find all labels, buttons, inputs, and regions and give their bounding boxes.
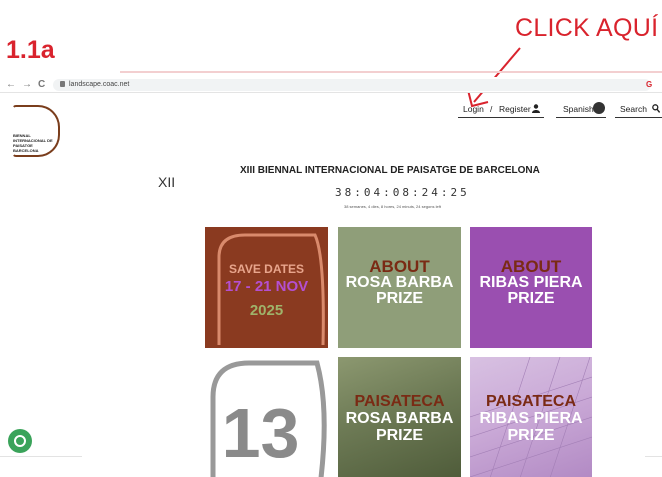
nav-separator: / — [490, 104, 493, 114]
tile-line-1: SAVE DATES — [229, 262, 304, 276]
tile-line-3: PRIZE — [375, 290, 424, 307]
tile-line-1: PAISATECA — [354, 393, 445, 410]
page-title: XIII BIENNAL INTERNACIONAL DE PAISATGE D… — [240, 165, 540, 176]
tile-line-2: ROSA BARBA — [345, 410, 454, 427]
url-text: landscape.coac.net — [69, 81, 130, 88]
tile-line-3: 2025 — [249, 302, 284, 319]
login-register-underline — [458, 117, 544, 118]
user-icon — [532, 104, 540, 113]
language-selector[interactable]: Spanish — [563, 103, 594, 115]
tile-line-2: ROSA BARBA — [345, 274, 454, 291]
browser-tab-strip — [120, 71, 662, 73]
cookie-icon — [14, 435, 26, 447]
tile-line-2: 17 - 21 NOV — [224, 278, 309, 295]
tile-13-edition[interactable]: 13 — [205, 357, 328, 477]
tile-save-dates[interactable]: SAVE DATES 17 - 21 NOV 2025 — [205, 227, 328, 348]
page: 1.1a CLICK AQUÍ ← → C landscape.coac.net… — [0, 0, 662, 477]
tile-line-2: RIBAS PIERA — [479, 410, 583, 427]
register-link[interactable]: Register — [499, 103, 531, 115]
lock-icon — [60, 81, 65, 87]
reload-button[interactable]: C — [38, 79, 45, 91]
countdown-timer: 38:04:08:24:25 — [335, 186, 470, 199]
tile-paisateca-ribas-piera[interactable]: PAISATECA RIBAS PIERA PRIZE — [470, 357, 592, 477]
countdown-units: 38 semanes, 4 dies, 8 hores, 24 minuts, … — [344, 204, 441, 209]
search-link[interactable]: Search — [620, 103, 647, 115]
tile-line-2: RIBAS PIERA — [479, 274, 583, 291]
step-label: 1.1a — [6, 36, 55, 64]
search-icon[interactable] — [652, 104, 660, 113]
tile-13-number: 13 — [221, 394, 300, 472]
globe-icon[interactable] — [593, 102, 605, 114]
tile-line-1: ABOUT — [500, 257, 562, 276]
tile-line-3: PRIZE — [507, 290, 555, 307]
tile-line-1: PAISATECA — [485, 393, 577, 410]
tile-about-ribas-piera[interactable]: ABOUT RIBAS PIERA PRIZE — [470, 227, 592, 348]
tile-line-3: PRIZE — [507, 427, 555, 444]
side-edition-label: XII — [158, 174, 176, 190]
login-link[interactable]: Login — [463, 103, 484, 115]
footer-divider-left — [0, 456, 82, 457]
logo-text: BIENNAL INTERNACIONAL DE PAISATGE BARCEL… — [13, 133, 53, 153]
tile-line-1: ABOUT — [369, 257, 430, 276]
google-icon[interactable]: G — [646, 79, 652, 91]
search-underline — [615, 117, 662, 118]
tile-paisateca-rosa-barba[interactable]: PAISATECA ROSA BARBA PRIZE — [338, 357, 461, 477]
tile-line-3: PRIZE — [375, 427, 424, 444]
footer-divider-right — [645, 456, 662, 457]
tile-about-rosa-barba[interactable]: ABOUT ROSA BARBA PRIZE — [338, 227, 461, 348]
back-button[interactable]: ← — [6, 79, 16, 91]
address-bar[interactable] — [53, 79, 651, 91]
forward-button[interactable]: → — [22, 79, 32, 91]
language-underline — [556, 117, 606, 118]
click-here-annotation: CLICK AQUÍ — [515, 14, 659, 42]
cookie-settings-button[interactable] — [8, 429, 32, 453]
